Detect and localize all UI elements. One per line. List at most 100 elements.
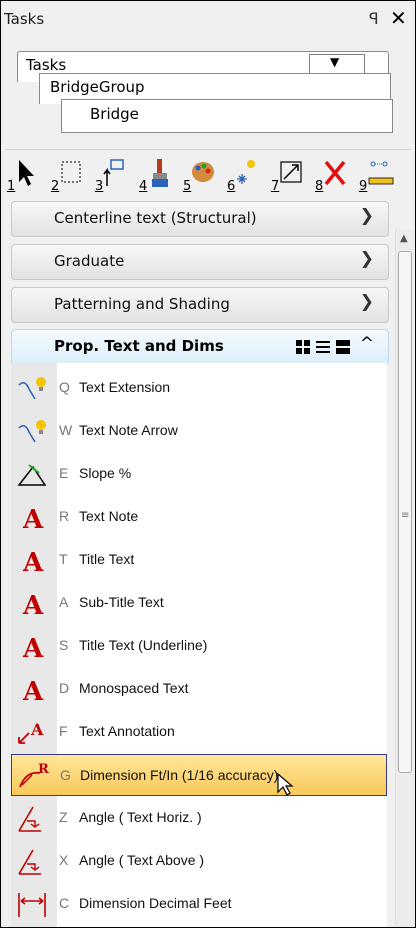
section-prop-text-dims[interactable]: Prop. Text and Dims ^ <box>11 329 389 365</box>
paint-brush-icon <box>152 159 168 187</box>
list-item[interactable]: A F Text Annotation <box>11 711 387 753</box>
item-label: Text Note <box>79 508 139 524</box>
shortcut-key: A <box>59 594 69 610</box>
item-label: Title Text (Underline) <box>79 637 208 653</box>
pin-icon[interactable]: ꟼ <box>369 9 379 28</box>
text-extension-icon <box>18 377 46 400</box>
text-a-icon: A <box>22 634 44 661</box>
section-label: Graduate <box>54 252 125 270</box>
item-label: Angle ( Text Horiz. ) <box>79 809 202 825</box>
tool-list: Q Text Extension W Text Note Arrow E Slo… <box>11 363 387 927</box>
svg-text:A: A <box>22 634 44 661</box>
list-item-selected[interactable]: R G Dimension Ft/In (1/16 accuracy) <box>11 754 387 796</box>
tool-6[interactable]: 6 <box>227 158 263 194</box>
item-label: Title Text <box>79 551 135 567</box>
close-icon[interactable]: ✕ <box>390 6 407 30</box>
item-label: Slope % <box>79 465 132 481</box>
svg-text:A: A <box>30 720 44 739</box>
shortcut-key: Q <box>59 379 70 395</box>
slope-icon <box>17 464 47 486</box>
panel-title: Tasks <box>4 10 45 28</box>
tool-7[interactable]: 7 <box>271 158 307 194</box>
measure-icon <box>368 161 394 185</box>
detail-view-icon <box>336 340 350 354</box>
text-a-icon: A <box>22 591 44 618</box>
chevron-down-icon: ▼ <box>330 55 340 69</box>
tab-bridgegroup-label: BridgeGroup <box>50 78 145 96</box>
section-graduate[interactable]: Graduate ❯ <box>11 244 389 280</box>
item-label: Text Note Arrow <box>79 422 178 438</box>
list-item[interactable]: Z Angle ( Text Horiz. ) <box>11 797 387 839</box>
chevron-down-icon: ❯ <box>359 249 374 269</box>
text-a-icon: A <box>22 505 44 532</box>
svg-text:A: A <box>22 591 44 618</box>
palette-icon <box>192 162 214 182</box>
list-item[interactable]: C Dimension Decimal Feet <box>11 883 387 925</box>
list-item[interactable]: E Slope % <box>11 453 387 495</box>
tab-bridge-label: Bridge <box>90 105 139 123</box>
item-label: Dimension Ft/In (1/16 accuracy) <box>80 767 279 783</box>
list-item[interactable]: A T Title Text <box>11 539 387 581</box>
shortcut-key: R <box>59 508 70 524</box>
shortcut-key: F <box>59 723 68 739</box>
move-copy-icon <box>103 159 124 186</box>
section-label: Prop. Text and Dims <box>54 337 224 355</box>
tool-toolbar: 1 2 3 4 5 6 7 8 9 <box>5 149 411 200</box>
mouse-cursor-icon <box>277 773 294 796</box>
scroll-up-arrow-icon[interactable]: ▲ <box>400 233 408 244</box>
shortcut-key: W <box>59 422 73 438</box>
svg-text:A: A <box>22 505 44 532</box>
section-patterning-shading[interactable]: Patterning and Shading ❯ <box>11 287 389 323</box>
item-label: Monospaced Text <box>79 680 189 696</box>
svg-text:A: A <box>22 677 44 704</box>
dimension-icon: R <box>19 762 49 788</box>
tool-4[interactable]: 4 <box>139 158 175 194</box>
scrollbar-thumb[interactable]: ≡ <box>398 251 412 773</box>
tool-1[interactable]: 1 <box>7 158 43 194</box>
shortcut-key: C <box>59 895 70 911</box>
tool-5[interactable]: 5 <box>183 158 219 194</box>
list-item[interactable]: X Angle ( Text Above ) <box>11 840 387 882</box>
text-a-icon: A <box>22 677 44 704</box>
list-item[interactable]: A A Sub-Title Text <box>11 582 387 624</box>
list-item[interactable]: W Text Note Arrow <box>11 410 387 452</box>
shortcut-key: E <box>59 465 69 481</box>
tool-2[interactable]: 2 <box>51 158 87 194</box>
title-bar: Tasks ꟼ ✕ <box>1 1 415 35</box>
tool-9[interactable]: 9 <box>359 158 395 194</box>
list-view-icon <box>316 341 330 353</box>
shortcut-key: X <box>59 852 69 868</box>
fence-select-icon <box>61 161 81 183</box>
item-label: Dimension Decimal Feet <box>79 895 232 911</box>
scale-icon <box>280 161 302 183</box>
text-a-icon: A <box>22 548 44 575</box>
tab-bridge[interactable]: Bridge <box>61 99 393 133</box>
tool-8[interactable]: 8 <box>315 158 351 194</box>
vertical-scrollbar[interactable]: ▲ ≡ <box>395 229 414 927</box>
select-arrow-icon <box>19 160 34 186</box>
angle-icon <box>18 849 41 875</box>
item-label: Text Extension <box>79 379 171 395</box>
svg-text:A: A <box>22 548 44 575</box>
item-label: Text Annotation <box>79 723 175 739</box>
dimension-decimal-icon <box>18 893 46 917</box>
chevron-down-icon: ❯ <box>359 206 374 226</box>
sparkle-icon <box>237 160 255 184</box>
shortcut-key: Z <box>59 809 68 825</box>
shortcut-key: G <box>60 767 71 783</box>
list-item[interactable]: Q Text Extension <box>11 367 387 409</box>
section-centerline-text[interactable]: Centerline text (Structural) ❯ <box>11 201 389 237</box>
text-note-arrow-icon <box>18 420 46 443</box>
shortcut-key: D <box>59 680 70 696</box>
text-annotation-icon: A <box>18 720 44 744</box>
delete-icon <box>324 160 346 186</box>
tool-3[interactable]: 3 <box>95 158 131 194</box>
shortcut-key: S <box>59 637 69 653</box>
chevron-up-icon[interactable]: ^ <box>360 334 374 354</box>
tasks-panel: Tasks ꟼ ✕ Tasks ▼ BridgeGroup Bridge 1 2… <box>0 0 416 928</box>
list-item[interactable]: A D Monospaced Text <box>11 668 387 710</box>
section-label: Centerline text (Structural) <box>54 209 257 227</box>
list-item[interactable]: A S Title Text (Underline) <box>11 625 387 667</box>
grid-view-icon <box>296 340 310 354</box>
list-item[interactable]: A R Text Note <box>11 496 387 538</box>
